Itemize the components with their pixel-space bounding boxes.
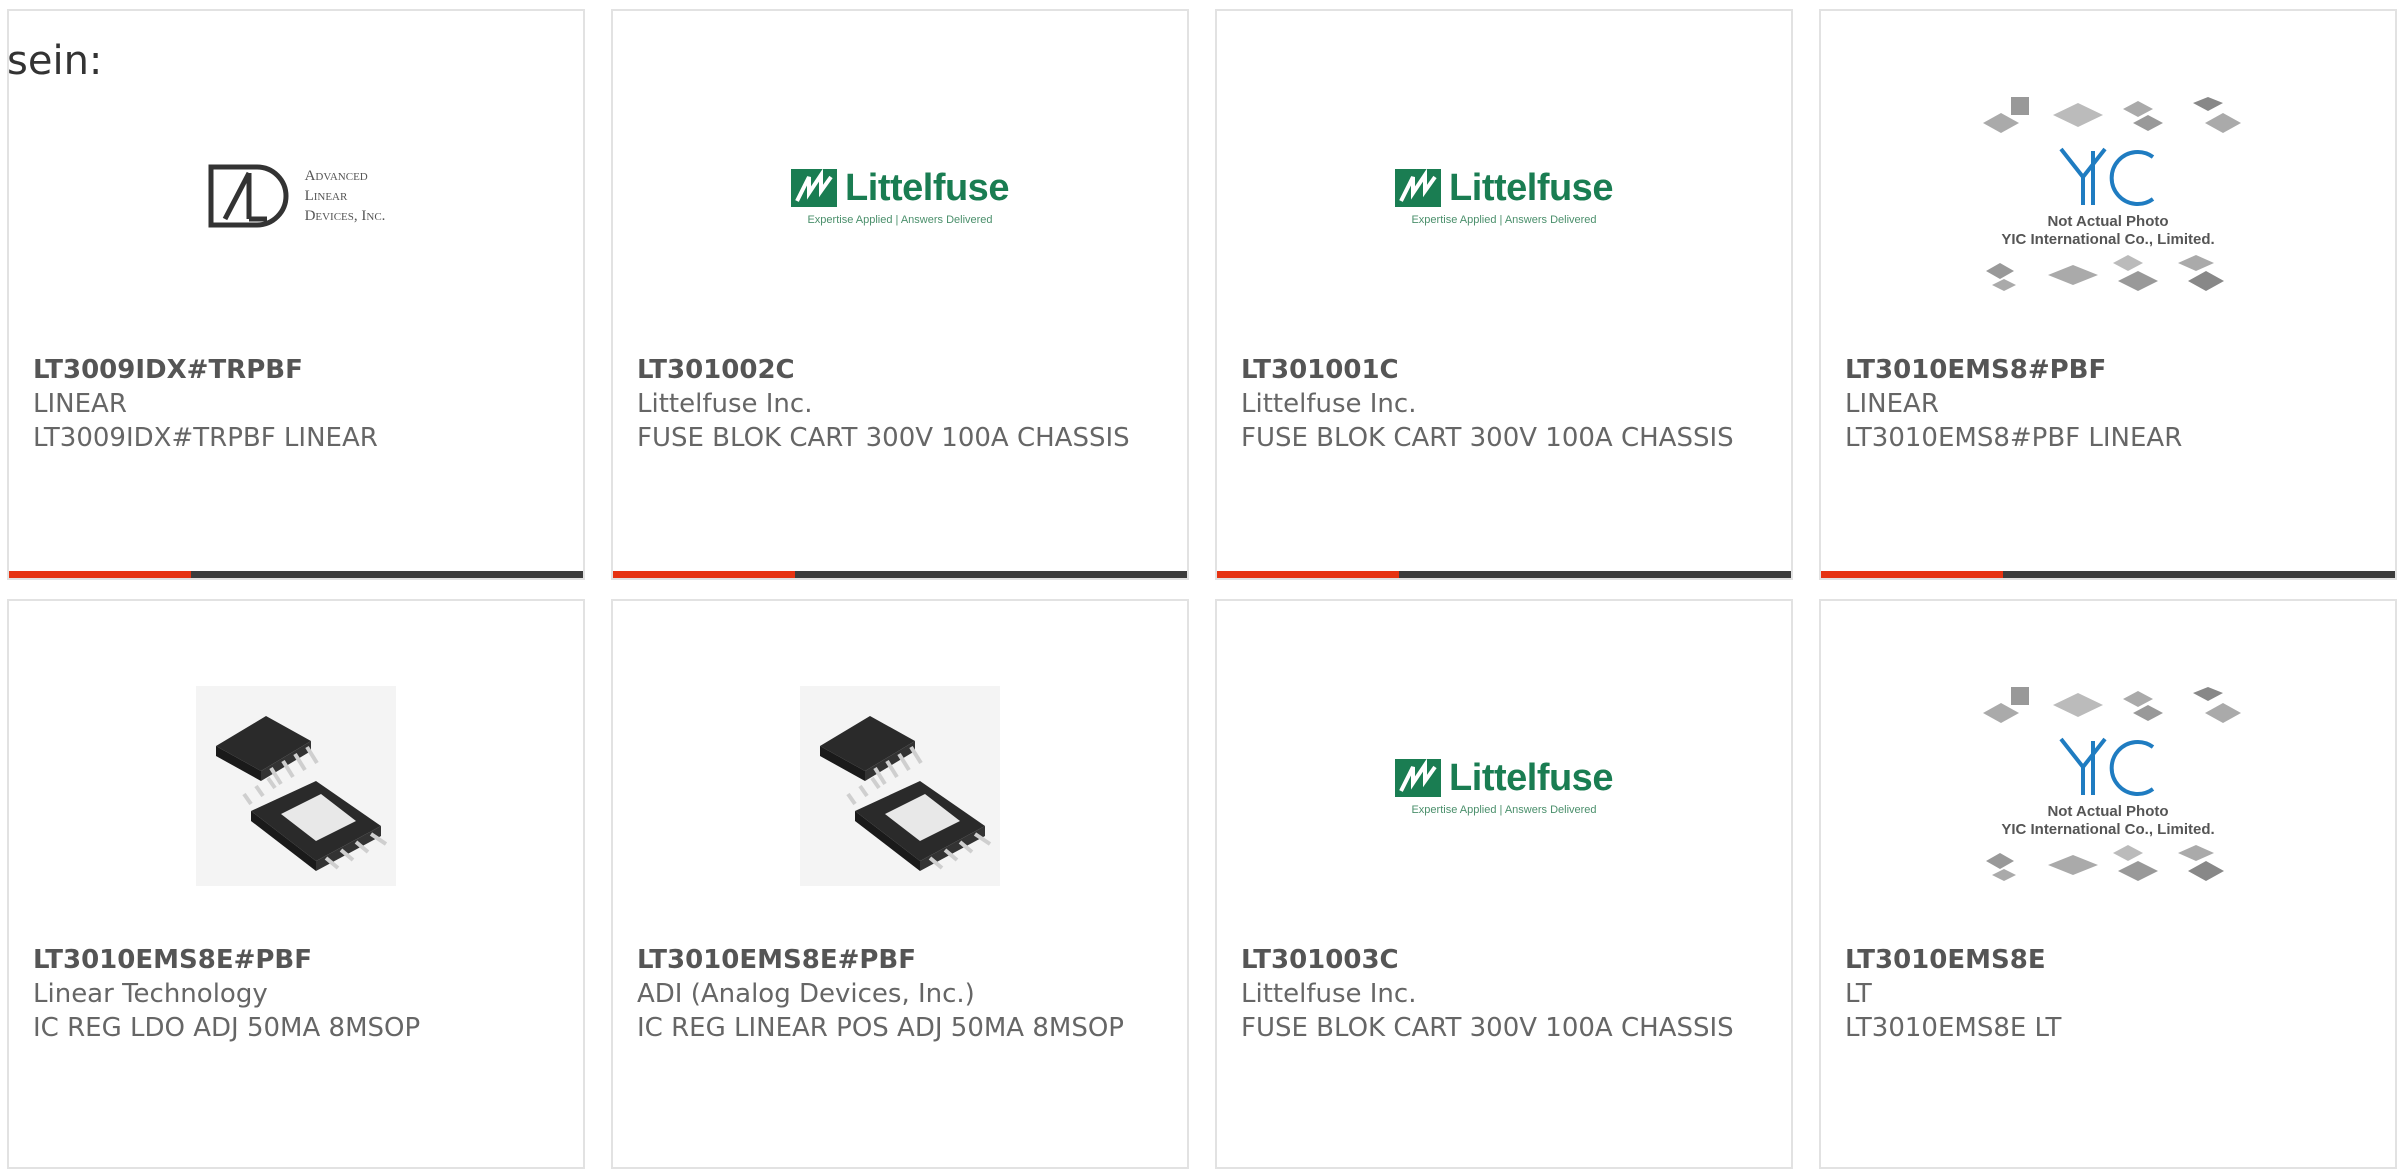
product-image[interactable]: [9, 651, 583, 921]
littelfuse-flag-icon: [1395, 169, 1442, 207]
adi-logo-icon: [208, 164, 288, 228]
product-card[interactable]: Not Actual Photo YIC International Co., …: [1819, 9, 2397, 580]
product-card[interactable]: LT3010EMS8E#PBF ADI (Analog Devices, Inc…: [611, 599, 1189, 1169]
product-card[interactable]: Littelfuse Expertise Applied | Answers D…: [1215, 9, 1793, 580]
manufacturer: Littelfuse Inc.: [1241, 979, 1417, 1009]
yic-caption-line1: Not Actual Photo: [2047, 803, 2169, 820]
chip-thumbnails-icon: [1983, 97, 2241, 133]
card-bottom-bar: [1217, 571, 1791, 578]
description: IC REG LDO ADJ 50MA 8MSOP: [33, 1013, 421, 1043]
part-number[interactable]: LT3010EMS8E#PBF: [33, 943, 543, 977]
card-bottom-bar: [9, 571, 583, 578]
part-number[interactable]: LT3009IDX#TRPBF: [33, 353, 543, 387]
yic-placeholder-image: Not Actual Photo YIC International Co., …: [1973, 683, 2243, 889]
yic-logo-icon: [2059, 737, 2155, 796]
yic-logo-icon: [2059, 147, 2155, 206]
adi-line3: Devices, Inc.: [304, 208, 386, 224]
adi-line2: Linear: [304, 188, 348, 204]
littelfuse-wordmark: Littelfuse: [1449, 756, 1613, 799]
product-image[interactable]: Not Actual Photo YIC International Co., …: [1821, 61, 2395, 331]
part-number[interactable]: LT301002C: [637, 353, 1147, 387]
prefix-text: sein:: [7, 38, 103, 84]
product-image[interactable]: Littelfuse Expertise Applied | Answers D…: [613, 61, 1187, 331]
littelfuse-logo: Littelfuse Expertise Applied | Answers D…: [1395, 757, 1613, 816]
description: LT3010EMS8#PBF LINEAR: [1845, 423, 2183, 453]
product-image[interactable]: Not Actual Photo YIC International Co., …: [1821, 651, 2395, 921]
manufacturer: LINEAR: [1845, 389, 1939, 419]
manufacturer: ADI (Analog Devices, Inc.): [637, 979, 975, 1009]
product-image[interactable]: Littelfuse Expertise Applied | Answers D…: [1217, 61, 1791, 331]
card-accent-bar: [1217, 571, 1399, 578]
part-number[interactable]: LT3010EMS8#PBF: [1845, 353, 2355, 387]
adi-line1: Advanced: [304, 168, 368, 184]
chip-thumbnails-icon: [1986, 845, 2224, 881]
product-card[interactable]: Advanced Linear Devices, Inc. LT3009IDX#…: [7, 9, 585, 580]
msop-chip-image: [800, 686, 1000, 886]
card-accent-bar: [1821, 571, 2003, 578]
description: IC REG LINEAR POS ADJ 50MA 8MSOP: [637, 1013, 1124, 1043]
yic-caption-line2: YIC International Co., Limited.: [2001, 231, 2215, 248]
card-accent-bar: [9, 571, 191, 578]
card-bottom-bar: [1821, 571, 2395, 578]
part-number[interactable]: LT301003C: [1241, 943, 1751, 977]
part-number[interactable]: LT3010EMS8E#PBF: [637, 943, 1147, 977]
part-number[interactable]: LT3010EMS8E: [1845, 943, 2355, 977]
manufacturer: Linear Technology: [33, 979, 268, 1009]
littelfuse-flag-icon: [791, 169, 838, 207]
description: LT3010EMS8E LT: [1845, 1013, 2062, 1043]
adi-logo: Advanced Linear Devices, Inc.: [207, 163, 386, 229]
msop-chip-image: [196, 686, 396, 886]
product-image[interactable]: [613, 651, 1187, 921]
product-card[interactable]: Littelfuse Expertise Applied | Answers D…: [1215, 599, 1793, 1169]
littelfuse-tagline: Expertise Applied | Answers Delivered: [807, 213, 993, 226]
manufacturer: LT: [1845, 979, 1872, 1009]
littelfuse-logo: Littelfuse Expertise Applied | Answers D…: [1395, 167, 1613, 226]
product-card[interactable]: LT3010EMS8E#PBF Linear Technology IC REG…: [7, 599, 585, 1169]
littelfuse-tagline: Expertise Applied | Answers Delivered: [1411, 803, 1597, 816]
product-card[interactable]: Littelfuse Expertise Applied | Answers D…: [611, 9, 1189, 580]
description: LT3009IDX#TRPBF LINEAR: [33, 423, 378, 453]
littelfuse-flag-icon: [1395, 759, 1442, 797]
product-card[interactable]: Not Actual Photo YIC International Co., …: [1819, 599, 2397, 1169]
yic-caption-line1: Not Actual Photo: [2047, 213, 2169, 230]
card-accent-bar: [613, 571, 795, 578]
chip-thumbnails-icon: [1986, 255, 2224, 291]
manufacturer: Littelfuse Inc.: [637, 389, 813, 419]
littelfuse-wordmark: Littelfuse: [1449, 166, 1613, 209]
littelfuse-wordmark: Littelfuse: [845, 166, 1009, 209]
description: FUSE BLOK CART 300V 100A CHASSIS: [1241, 1013, 1734, 1043]
product-image[interactable]: Littelfuse Expertise Applied | Answers D…: [1217, 651, 1791, 921]
product-image[interactable]: Advanced Linear Devices, Inc.: [9, 61, 583, 331]
part-number[interactable]: LT301001C: [1241, 353, 1751, 387]
littelfuse-logo: Littelfuse Expertise Applied | Answers D…: [791, 167, 1009, 226]
littelfuse-tagline: Expertise Applied | Answers Delivered: [1411, 213, 1597, 226]
chip-thumbnails-icon: [1983, 687, 2241, 723]
manufacturer: LINEAR: [33, 389, 127, 419]
yic-caption-line2: YIC International Co., Limited.: [2001, 821, 2215, 838]
yic-placeholder-image: Not Actual Photo YIC International Co., …: [1973, 93, 2243, 299]
manufacturer: Littelfuse Inc.: [1241, 389, 1417, 419]
description: FUSE BLOK CART 300V 100A CHASSIS: [637, 423, 1130, 453]
card-bottom-bar: [613, 571, 1187, 578]
description: FUSE BLOK CART 300V 100A CHASSIS: [1241, 423, 1734, 453]
